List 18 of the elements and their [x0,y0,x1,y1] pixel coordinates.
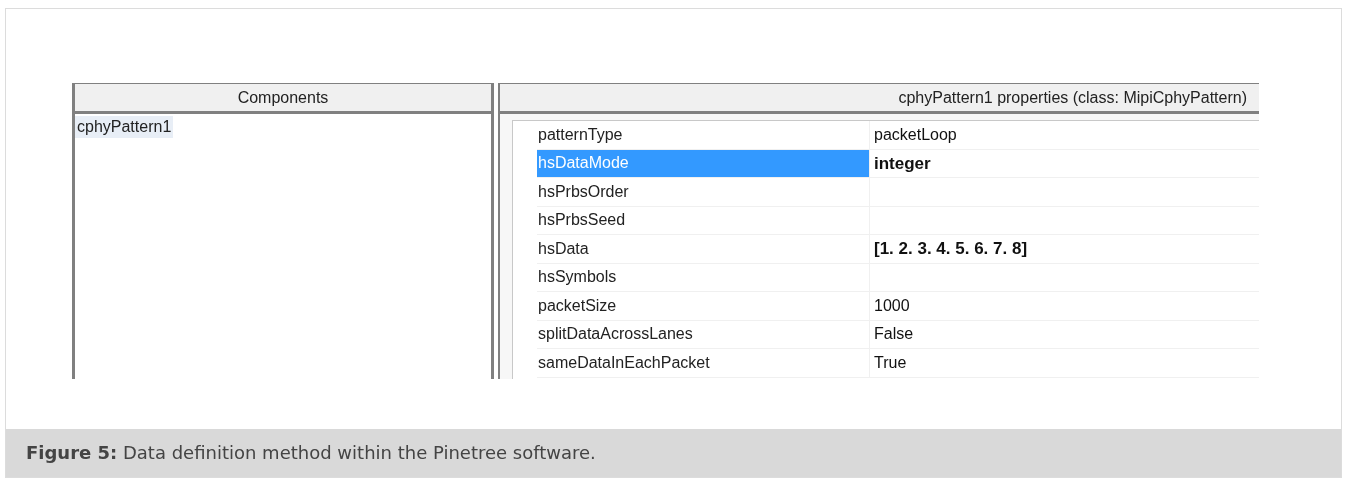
panel-header: cphyPattern1 properties (class: MipiCphyPattern) [500,83,1259,114]
property-name[interactable]: hsPrbsSeed [537,206,870,234]
property-value[interactable]: packetLoop [870,121,957,149]
property-name[interactable]: splitDataAcrossLanes [537,320,870,348]
property-value[interactable]: False [870,320,914,348]
figure-caption: Figure 5: Data definition method within the Pinetree software. [6,429,1341,477]
property-name[interactable]: patternType [537,121,870,149]
property-value[interactable]: integer [870,149,931,177]
property-name[interactable]: packetSize [537,292,870,320]
property-value[interactable]: [1. 2. 3. 4. 5. 6. 7. 8] [870,235,1028,263]
property-name[interactable]: hsPrbsOrder [537,178,870,206]
component-item[interactable]: cphyPattern1 [75,116,174,138]
property-name[interactable]: sameDataInEachPacket [537,349,870,377]
property-name[interactable]: hsData [537,235,870,263]
property-name[interactable]: hsSymbols [537,263,870,291]
panel-header: Components [75,83,494,114]
property-value[interactable]: 1000 [870,292,910,320]
property-value[interactable]: True [870,349,907,377]
